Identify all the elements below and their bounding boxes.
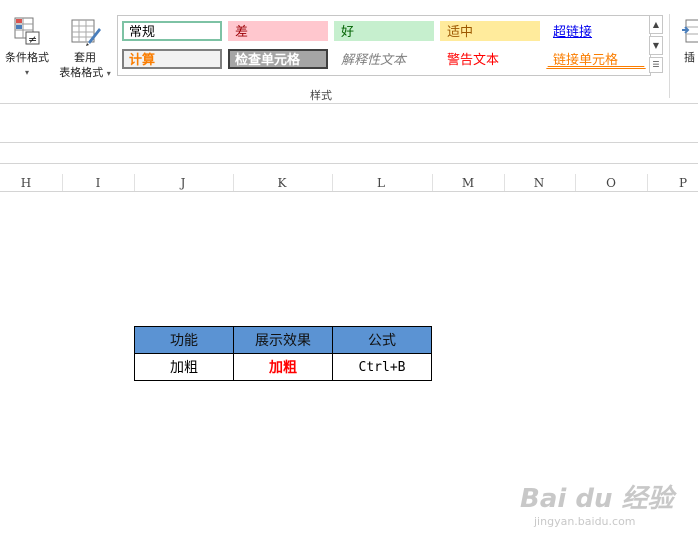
column-divider[interactable]: [504, 174, 505, 191]
insert-label: 插: [684, 51, 695, 64]
cell-function[interactable]: 加粗: [134, 353, 234, 381]
watermark-brand: Bai du 经验: [520, 484, 674, 514]
column-header-i[interactable]: I: [88, 176, 108, 190]
svg-text:≠: ≠: [28, 33, 37, 46]
group-divider: [669, 14, 670, 98]
cell-style-4[interactable]: 超链接: [546, 21, 646, 41]
data-table: 功能 展示效果 公式 加粗 加粗 Ctrl+B: [134, 326, 432, 381]
cell-style-9[interactable]: 链接单元格: [546, 49, 646, 69]
header-cell-function[interactable]: 功能: [134, 326, 234, 354]
chevron-down-icon: ▾: [24, 68, 29, 77]
column-header-o[interactable]: O: [601, 176, 621, 190]
styles-group-label: 样式: [310, 89, 332, 102]
cell-style-2[interactable]: 好: [334, 21, 434, 41]
column-header-k[interactable]: K: [272, 176, 292, 190]
insert-button[interactable]: 插: [682, 16, 698, 78]
gallery-scroll-up-button[interactable]: ▲: [649, 15, 663, 34]
column-header-row: H I J K L M N O P: [0, 174, 698, 192]
column-divider[interactable]: [233, 174, 234, 191]
table-header-row: 功能 展示效果 公式: [134, 326, 432, 354]
column-header-p[interactable]: P: [673, 176, 693, 190]
column-header-m[interactable]: M: [458, 176, 478, 190]
cell-style-6[interactable]: 检查单元格: [228, 49, 328, 69]
cell-style-7[interactable]: 解释性文本: [334, 49, 434, 69]
conditional-format-label: 条件格式: [5, 51, 49, 64]
conditional-format-icon: ≠: [14, 17, 40, 46]
column-divider[interactable]: [647, 174, 648, 191]
column-divider[interactable]: [575, 174, 576, 191]
baidu-watermark: Bai du 经验 jingyan.baidu.com: [520, 478, 674, 528]
format-as-table-icon: [71, 19, 101, 46]
insert-cells-icon: [682, 19, 698, 43]
formula-bar[interactable]: [0, 104, 698, 143]
format-as-table-label-1: 套用: [74, 51, 96, 64]
cell-style-5[interactable]: 计算: [122, 49, 222, 69]
column-header-j[interactable]: J: [173, 176, 193, 190]
cell-style-1[interactable]: 差: [228, 21, 328, 41]
watermark-url: jingyan.baidu.com: [534, 515, 636, 528]
cell-style-8[interactable]: 警告文本: [440, 49, 540, 69]
column-divider[interactable]: [62, 174, 63, 191]
chevron-down-icon: ▾: [106, 69, 111, 78]
column-divider[interactable]: [332, 174, 333, 191]
cell-shortcut[interactable]: Ctrl+B: [332, 353, 432, 381]
format-as-table-label-2: 表格格式 ▾: [54, 66, 116, 81]
cell-style-3[interactable]: 适中: [440, 21, 540, 41]
sheet-spacer: [0, 143, 698, 164]
gallery-scroll-down-button[interactable]: ▼: [649, 36, 663, 55]
column-header-n[interactable]: N: [529, 176, 549, 190]
header-cell-formula[interactable]: 公式: [332, 326, 432, 354]
column-header-h[interactable]: H: [16, 176, 36, 190]
gallery-more-button[interactable]: ☰: [649, 57, 663, 73]
table-row: 加粗 加粗 Ctrl+B: [134, 353, 432, 381]
conditional-format-button[interactable]: ≠ 条件格式 ▾: [0, 16, 54, 78]
ribbon: ≠ 条件格式 ▾ 套用 表格格式 ▾ 常规差好适中 超链接计算 检查单元格 解释性文本…: [0, 0, 698, 104]
column-divider[interactable]: [134, 174, 135, 191]
cell-effect[interactable]: 加粗: [233, 353, 333, 381]
format-as-table-label-2-text: 表格格式: [59, 66, 104, 79]
column-divider[interactable]: [432, 174, 433, 191]
format-as-table-button[interactable]: 套用 表格格式 ▾: [54, 16, 116, 82]
gallery-scroll: ▲ ▼ ☰: [649, 15, 663, 74]
cell-style-0[interactable]: 常规: [122, 21, 222, 41]
header-cell-effect[interactable]: 展示效果: [233, 326, 333, 354]
cell-styles-gallery: 常规差好适中 超链接计算 检查单元格 解释性文本 警告文本 链接单元格: [117, 15, 651, 76]
column-header-l[interactable]: L: [371, 176, 391, 190]
